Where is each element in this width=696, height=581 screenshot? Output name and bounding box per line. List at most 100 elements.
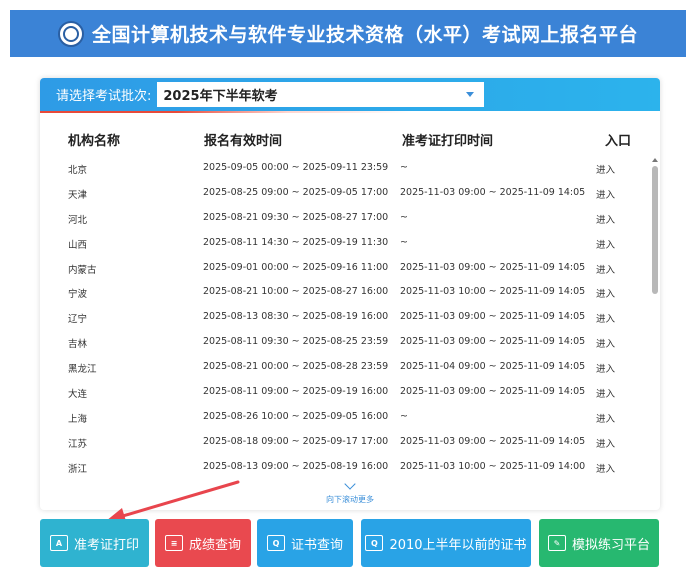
print-time-cell: 2025-11-04 09:00 ~ 2025-11-09 14:05 [400, 361, 586, 373]
org-name-cell: 浙江 [68, 463, 88, 475]
org-name-cell: 天津 [68, 189, 88, 201]
table-row: 山西 2025-08-11 14:30 ~ 2025-09-19 11:30 ~ 进入 [40, 231, 648, 256]
registration-time-cell: 2025-08-11 14:30 ~ 2025-09-19 11:30 [203, 236, 389, 248]
old-certificate-label: 2010上半年以前的证书 [389, 537, 527, 553]
print-time-cell: ~ [400, 162, 408, 173]
column-header-org: 机构名称 [68, 134, 121, 149]
table-row: 辽宁 2025-08-13 08:30 ~ 2025-08-19 16:00 202… [40, 305, 648, 330]
print-time-cell: 2025-11-03 09:00 ~ 2025-11-09 14:05 [400, 261, 586, 273]
score-query-button[interactable]: ≡ 成绩查询 [155, 519, 251, 567]
org-name-cell: 黑龙江 [68, 364, 97, 376]
page-header: 全国计算机技术与软件专业技术资格（水平）考试网上报名平台 [10, 10, 686, 57]
enter-link[interactable]: 进入 [596, 162, 615, 176]
admission-ticket-button[interactable]: A 准考证打印 [40, 519, 149, 567]
print-time-cell: ~ [400, 211, 408, 223]
enter-link[interactable]: 进入 [596, 286, 615, 300]
print-time-cell: 2025-11-03 09:00 ~ 2025-11-09 14:05 [400, 186, 586, 198]
print-time-cell: 2025-11-03 09:00 ~ 2025-11-09 14:05 [400, 386, 586, 398]
exam-list-card: 请选择考试批次: 2025年下半年软考 机构名称 报名有效时间 准考证打印时间 … [40, 78, 660, 510]
registration-time-cell: 2025-08-13 09:00 ~ 2025-08-19 16:00 [203, 460, 389, 472]
enter-link[interactable]: 进入 [596, 212, 615, 226]
table-header: 机构名称 报名有效时间 准考证打印时间 入口 [40, 128, 660, 150]
registration-time-cell: 2025-08-21 10:00 ~ 2025-08-27 16:00 [203, 286, 389, 298]
registration-time-cell: 2025-08-13 08:30 ~ 2025-08-19 16:00 [203, 311, 389, 323]
table-row: 大连 2025-08-11 09:00 ~ 2025-09-19 16:00 202… [40, 380, 648, 405]
batch-label: 请选择考试批次: [56, 89, 152, 104]
chevron-down-icon [466, 92, 475, 97]
enter-link[interactable]: 进入 [596, 187, 615, 201]
registration-time-cell: 2025-08-21 09:30 ~ 2025-08-27 17:00 [203, 211, 389, 223]
certificate-query-button[interactable]: Q 证书查询 [257, 519, 353, 567]
org-name-cell: 江苏 [68, 438, 88, 450]
registration-time-cell: 2025-08-18 09:00 ~ 2025-09-17 17:00 [203, 435, 389, 447]
enter-link[interactable]: 进入 [596, 237, 615, 251]
print-time-cell: 2025-11-03 09:00 ~ 2025-11-09 14:05 [400, 435, 586, 447]
scrollbar[interactable] [650, 158, 660, 488]
print-time-cell: ~ [400, 236, 408, 248]
admission-ticket-label: 准考证打印 [73, 537, 139, 553]
print-time-cell: ~ [400, 410, 408, 422]
table-row: 上海 2025-08-26 10:00 ~ 2025-09-05 16:00 ~ 进入 [40, 405, 648, 430]
scrollbar-thumb[interactable] [652, 166, 658, 294]
edit-pen-icon: ✎ [547, 535, 566, 551]
print-time-cell: 2025-11-03 09:00 ~ 2025-11-09 14:05 [400, 336, 586, 348]
org-name-cell: 辽宁 [68, 314, 88, 326]
practice-platform-button[interactable]: ✎ 模拟练习平台 [539, 519, 659, 567]
registration-time-cell: 2025-08-25 09:00 ~ 2025-09-05 17:00 [203, 186, 389, 198]
registration-time-cell: 2025-08-11 09:30 ~ 2025-08-25 23:59 [203, 336, 389, 348]
print-time-cell: 2025-11-03 10:00 ~ 2025-11-09 14:00 [400, 460, 586, 472]
scroll-up-arrow-icon[interactable] [652, 158, 658, 162]
chevron-down-icon [344, 478, 356, 490]
table-row: 河北 2025-08-21 09:30 ~ 2025-08-27 17:00 ~ 进入 [40, 206, 648, 231]
enter-link[interactable]: 进入 [596, 411, 615, 425]
enter-link[interactable]: 进入 [596, 262, 615, 276]
table-row: 宁波 2025-08-21 10:00 ~ 2025-08-27 16:00 202… [40, 280, 648, 305]
page-title: 全国计算机技术与软件专业技术资格（水平）考试网上报名平台 [91, 24, 638, 46]
table-row: 浙江 2025-08-13 09:00 ~ 2025-08-19 16:00 202… [40, 455, 648, 480]
enter-link[interactable]: 进入 [596, 336, 615, 350]
registration-time-cell: 2025-08-11 09:00 ~ 2025-09-19 16:00 [203, 386, 389, 398]
table-row: 黑龙江 2025-08-21 00:00 ~ 2025-08-28 23:59 20… [40, 355, 648, 380]
document-list-icon: ≡ [164, 535, 183, 551]
table-row: 内蒙古 2025-09-01 00:00 ~ 2025-09-16 11:00 20… [40, 256, 648, 281]
print-time-cell: 2025-11-03 10:00 ~ 2025-11-09 14:05 [400, 286, 586, 298]
org-name-cell: 吉林 [68, 339, 88, 351]
old-certificate-button[interactable]: Q 2010上半年以前的证书 [361, 519, 531, 567]
batch-select-value: 2025年下半年软考 [163, 89, 278, 104]
column-header-registration: 报名有效时间 [204, 134, 283, 149]
org-name-cell: 宁波 [68, 289, 88, 301]
logo-icon [57, 20, 84, 47]
certificate-search-icon: Q [365, 535, 384, 551]
org-name-cell: 大连 [68, 389, 88, 401]
registration-time-cell: 2025-08-26 10:00 ~ 2025-09-05 16:00 [203, 410, 389, 422]
table-row: 北京 2025-09-05 00:00 ~ 2025-09-11 23:59 ~ 进入 [40, 156, 648, 181]
practice-platform-label: 模拟练习平台 [571, 537, 650, 553]
table-row: 江苏 2025-08-18 09:00 ~ 2025-09-17 17:00 202… [40, 430, 648, 455]
batch-bar: 请选择考试批次: 2025年下半年软考 [40, 78, 660, 111]
enter-link[interactable]: 进入 [596, 311, 615, 325]
ticket-icon: A [49, 535, 68, 551]
org-name-cell: 河北 [68, 214, 88, 226]
scroll-more-text: 向下滚动更多 [326, 495, 374, 504]
org-name-cell: 上海 [68, 413, 88, 425]
column-header-print: 准考证打印时间 [402, 134, 494, 149]
table-row: 吉林 2025-08-11 09:30 ~ 2025-08-25 23:59 202… [40, 330, 648, 355]
registration-time-cell: 2025-08-21 00:00 ~ 2025-08-28 23:59 [203, 361, 389, 373]
batch-select[interactable]: 2025年下半年软考 [157, 82, 485, 107]
org-name-cell: 山西 [68, 239, 88, 251]
enter-link[interactable]: 进入 [596, 461, 615, 475]
certificate-query-label: 证书查询 [290, 537, 343, 553]
enter-link[interactable]: 进入 [596, 386, 615, 400]
scroll-more-hint[interactable]: 向下滚动更多 [40, 478, 660, 505]
print-time-cell: 2025-11-03 09:00 ~ 2025-11-09 14:05 [400, 311, 586, 323]
org-name-cell: 北京 [68, 165, 88, 176]
certificate-search-icon: Q [266, 535, 285, 551]
table-row: 天津 2025-08-25 09:00 ~ 2025-09-05 17:00 202… [40, 181, 648, 206]
accent-divider [40, 111, 660, 113]
enter-link[interactable]: 进入 [596, 436, 615, 450]
registration-time-cell: 2025-09-05 00:00 ~ 2025-09-11 23:59 [203, 162, 389, 173]
registration-time-cell: 2025-09-01 00:00 ~ 2025-09-16 11:00 [203, 261, 389, 273]
column-header-entry: 入口 [605, 134, 632, 149]
score-query-label: 成绩查询 [188, 537, 241, 553]
enter-link[interactable]: 进入 [596, 361, 615, 375]
